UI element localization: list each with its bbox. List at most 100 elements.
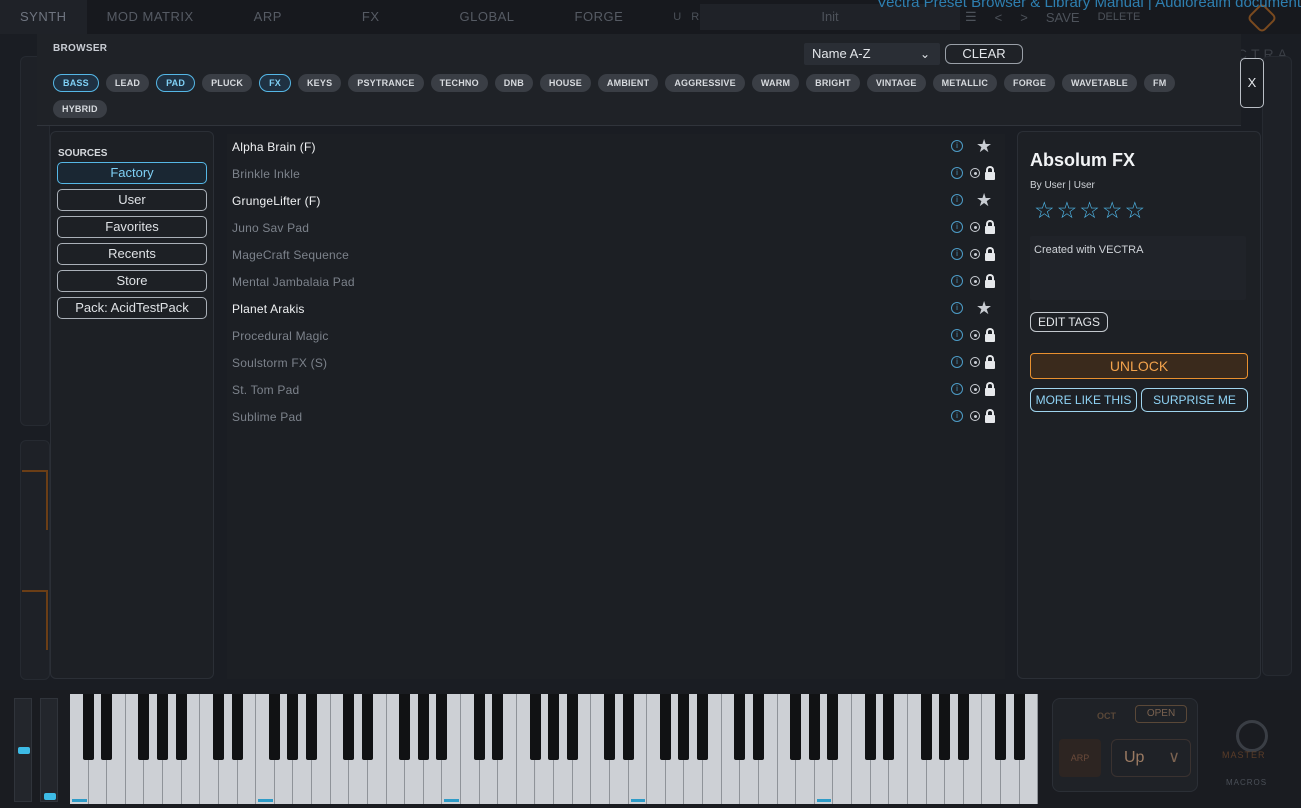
- description-box[interactable]: Created with VECTRA: [1030, 236, 1246, 300]
- pitch-wheel[interactable]: [14, 698, 32, 802]
- black-key[interactable]: [399, 694, 411, 760]
- mod-wheel[interactable]: [40, 698, 58, 802]
- tab-arp[interactable]: ARP: [214, 0, 322, 34]
- black-key[interactable]: [82, 694, 94, 760]
- info-icon[interactable]: i: [951, 167, 963, 179]
- tag-vintage[interactable]: VINTAGE: [866, 74, 926, 92]
- delete-button[interactable]: DELETE: [1098, 11, 1141, 23]
- preview-icon[interactable]: [970, 222, 980, 232]
- tag-techno[interactable]: TECHNO: [430, 74, 488, 92]
- more-like-this-button[interactable]: MORE LIKE THIS: [1030, 388, 1137, 412]
- tag-fm[interactable]: FM: [1144, 74, 1176, 92]
- black-key[interactable]: [603, 694, 615, 760]
- redo-button[interactable]: R: [691, 11, 699, 23]
- rating-stars[interactable]: ☆ ☆ ☆ ☆ ☆: [1034, 198, 1145, 222]
- open-button[interactable]: OPEN: [1135, 705, 1187, 723]
- black-key[interactable]: [212, 694, 224, 760]
- preset-row[interactable]: Procedural Magic i: [227, 323, 1005, 349]
- rating-star-icon[interactable]: ☆: [1034, 198, 1055, 222]
- black-key[interactable]: [957, 694, 969, 760]
- info-icon[interactable]: i: [951, 356, 963, 368]
- black-key[interactable]: [492, 694, 504, 760]
- black-key[interactable]: [361, 694, 373, 760]
- tag-bass[interactable]: BASS: [53, 74, 99, 92]
- arp-mode-select[interactable]: Up ∨: [1111, 739, 1191, 777]
- black-key[interactable]: [864, 694, 876, 760]
- black-key[interactable]: [995, 694, 1006, 760]
- preset-row[interactable]: Sublime Pad i: [227, 404, 1005, 430]
- tag-keys[interactable]: KEYS: [297, 74, 342, 92]
- black-key[interactable]: [734, 694, 746, 760]
- source-item-favorites[interactable]: Favorites: [57, 216, 207, 238]
- info-icon[interactable]: i: [951, 140, 963, 152]
- black-key[interactable]: [417, 694, 429, 760]
- sort-select[interactable]: Name A-Z ⌄: [804, 43, 940, 65]
- tag-psytrance[interactable]: PSYTRANCE: [348, 74, 424, 92]
- black-key[interactable]: [268, 694, 280, 760]
- tab-forge[interactable]: FORGE: [555, 0, 644, 34]
- tag-dnb[interactable]: DNB: [494, 74, 533, 92]
- black-key[interactable]: [659, 694, 671, 760]
- preview-icon[interactable]: [970, 411, 980, 421]
- black-key[interactable]: [287, 694, 299, 760]
- preview-icon[interactable]: [970, 357, 980, 367]
- tag-pad[interactable]: PAD: [156, 74, 196, 92]
- black-key[interactable]: [920, 694, 932, 760]
- black-key[interactable]: [436, 694, 448, 760]
- black-key[interactable]: [175, 694, 187, 760]
- macros-label[interactable]: MACROS: [1226, 778, 1267, 787]
- preset-row[interactable]: St. Tom Pad i: [227, 377, 1005, 403]
- master-knob[interactable]: [1236, 720, 1268, 752]
- rating-star-icon[interactable]: ☆: [1079, 198, 1100, 222]
- preview-icon[interactable]: [970, 276, 980, 286]
- black-key[interactable]: [473, 694, 485, 760]
- info-icon[interactable]: i: [951, 383, 963, 395]
- preview-icon[interactable]: [970, 168, 980, 178]
- black-key[interactable]: [697, 694, 709, 760]
- info-icon[interactable]: i: [951, 275, 963, 287]
- black-key[interactable]: [790, 694, 802, 760]
- piano-keyboard[interactable]: [70, 694, 1039, 804]
- source-item-pack-acidtestpack[interactable]: Pack: AcidTestPack: [57, 297, 207, 319]
- tag-hybrid[interactable]: HYBRID: [53, 100, 107, 118]
- tab-synth[interactable]: SYNTH: [0, 0, 87, 34]
- rating-star-icon[interactable]: ☆: [1057, 198, 1078, 222]
- preset-row[interactable]: Alpha Brain (F) i ★: [227, 134, 1005, 160]
- save-button[interactable]: SAVE: [1046, 10, 1080, 25]
- tag-warm[interactable]: WARM: [751, 74, 800, 92]
- rating-star-icon[interactable]: ☆: [1125, 198, 1146, 222]
- preset-row[interactable]: GrungeLifter (F) i ★: [227, 188, 1005, 214]
- black-key[interactable]: [101, 694, 113, 760]
- tag-wavetable[interactable]: WAVETABLE: [1062, 74, 1138, 92]
- favorite-star-icon[interactable]: ★: [976, 298, 992, 319]
- black-key[interactable]: [622, 694, 634, 760]
- black-key[interactable]: [1013, 694, 1025, 760]
- black-key[interactable]: [827, 694, 839, 760]
- tag-pluck[interactable]: PLUCK: [202, 74, 253, 92]
- black-key[interactable]: [529, 694, 541, 760]
- prev-preset-button[interactable]: <: [995, 10, 1003, 25]
- black-key[interactable]: [138, 694, 150, 760]
- black-key[interactable]: [157, 694, 169, 760]
- info-icon[interactable]: i: [951, 248, 963, 260]
- favorite-star-icon[interactable]: ★: [976, 136, 992, 157]
- unlock-button[interactable]: UNLOCK: [1030, 353, 1248, 379]
- tab-fx[interactable]: FX: [322, 0, 420, 34]
- tag-ambient[interactable]: AMBIENT: [597, 74, 659, 92]
- black-key[interactable]: [343, 694, 355, 760]
- info-icon[interactable]: i: [951, 194, 963, 206]
- black-key[interactable]: [548, 694, 560, 760]
- tab-mod-matrix[interactable]: MOD MATRIX: [87, 0, 214, 34]
- arp-button[interactable]: ARP: [1059, 739, 1101, 777]
- rating-star-icon[interactable]: ☆: [1102, 198, 1123, 222]
- mod-wheel-thumb[interactable]: [44, 793, 56, 800]
- preview-icon[interactable]: [970, 249, 980, 259]
- preview-icon[interactable]: [970, 330, 980, 340]
- clear-button[interactable]: CLEAR: [945, 44, 1023, 64]
- info-icon[interactable]: i: [951, 221, 963, 233]
- preset-row[interactable]: Planet Arakis i ★: [227, 296, 1005, 322]
- info-icon[interactable]: i: [951, 329, 963, 341]
- preset-row[interactable]: Juno Sav Pad i: [227, 215, 1005, 241]
- tag-bright[interactable]: BRIGHT: [806, 74, 860, 92]
- tab-global[interactable]: GLOBAL: [420, 0, 555, 34]
